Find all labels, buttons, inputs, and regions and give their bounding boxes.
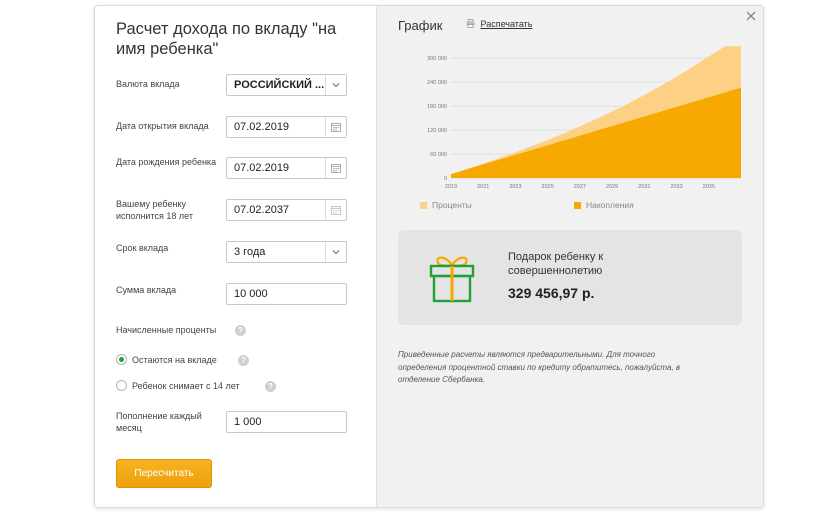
graph-panel: График Распечатать 0 60 000 120 000 180 000… [376,6,763,507]
legend-savings-label: Накопления [586,200,634,210]
x-tick-label: 2027 [574,184,586,190]
topup-input[interactable]: 1 000 [226,411,347,433]
age18-date-field: 07.02.2037 [226,199,347,221]
y-tick-label: 60 000 [430,152,447,158]
legend-interest: Проценты [420,200,472,210]
calendar-icon[interactable] [325,158,346,178]
series-area-savings [451,87,741,178]
topup-value: 1 000 [234,416,262,428]
chevron-down-icon[interactable] [325,242,346,262]
x-tick-label: 2031 [638,184,650,190]
print-link-label[interactable]: Распечатать [481,19,533,29]
printer-icon [466,19,475,28]
currency-value: РОССИЙСКИЙ ... [234,79,325,91]
deposit-calculator-dialog: Расчет дохода по вкладу "на имя ребенка"… [94,5,764,508]
x-tick-label: 2029 [606,184,618,190]
calculator-form-panel: Расчет дохода по вкладу "на имя ребенка"… [95,6,376,507]
help-icon[interactable]: ? [265,381,276,392]
x-tick-label: 2021 [477,184,489,190]
open-date-field[interactable]: 07.02.2019 [226,116,347,138]
gift-amount: 329 456,97 р. [508,285,595,301]
amount-label: Сумма вклада [116,285,177,295]
radio-child-withdraws[interactable] [116,380,127,391]
recalculate-button[interactable]: Пересчитать [116,459,212,488]
x-tick-label: 2035 [703,184,715,190]
print-link[interactable]: Распечатать [466,19,532,29]
y-tick-label: 300 000 [427,56,447,62]
birth-date-field[interactable]: 07.02.2019 [226,157,347,179]
gift-summary-card: Подарок ребенку к совершеннолетию 329 45… [398,230,742,325]
help-icon[interactable]: ? [235,325,246,336]
y-tick-label: 240 000 [427,80,447,86]
currency-label: Валюта вклада [116,79,180,89]
x-tick-label: 2025 [542,184,554,190]
help-icon[interactable]: ? [238,355,249,366]
currency-select[interactable]: РОССИЙСКИЙ ... [226,74,347,96]
calendar-icon[interactable] [325,117,346,137]
option-child-withdraws-label[interactable]: Ребенок снимает с 14 лет [132,381,240,391]
term-select[interactable]: 3 года [226,241,347,263]
y-tick-label: 120 000 [427,128,447,134]
x-tick-label: 2033 [670,184,682,190]
legend-savings: Накопления [574,200,634,210]
x-tick-label: 2023 [509,184,521,190]
gift-text: Подарок ребенку к совершеннолетию [508,251,604,277]
birth-date-label: Дата рождения ребенка [116,157,217,167]
y-tick-label: 180 000 [427,104,447,110]
legend-interest-label: Проценты [432,200,472,210]
term-value: 3 года [234,246,266,258]
legend-savings-swatch [574,202,581,209]
option-interest-stays-label[interactable]: Остаются на вкладе [132,355,217,365]
age18-date-label: Вашему ребенку исполнится 18 лет [116,199,193,221]
radio-interest-stays[interactable] [116,354,127,365]
amount-value: 10 000 [234,288,268,300]
calendar-icon [325,200,346,220]
topup-label: Пополнение каждый месяц [116,411,202,433]
age18-date-value: 07.02.2037 [234,204,290,216]
disclaimer-note: Приведенные расчеты являются предварител… [398,350,681,384]
chevron-down-icon[interactable] [325,75,346,95]
birth-date-value: 07.02.2019 [234,162,290,174]
interest-label: Начисленные проценты [116,325,217,335]
graph-title: График [398,18,443,33]
open-date-value: 07.02.2019 [234,121,290,133]
amount-input[interactable]: 10 000 [226,283,347,305]
close-icon[interactable] [744,9,758,23]
open-date-label: Дата открытия вклада [116,121,209,131]
legend-interest-swatch [420,202,427,209]
x-tick-label: 2019 [445,184,457,190]
gift-icon [429,256,475,303]
y-tick-label: 0 [444,176,447,182]
term-label: Срок вклада [116,243,169,253]
form-title: Расчет дохода по вкладу "на имя ребенка" [116,20,337,58]
